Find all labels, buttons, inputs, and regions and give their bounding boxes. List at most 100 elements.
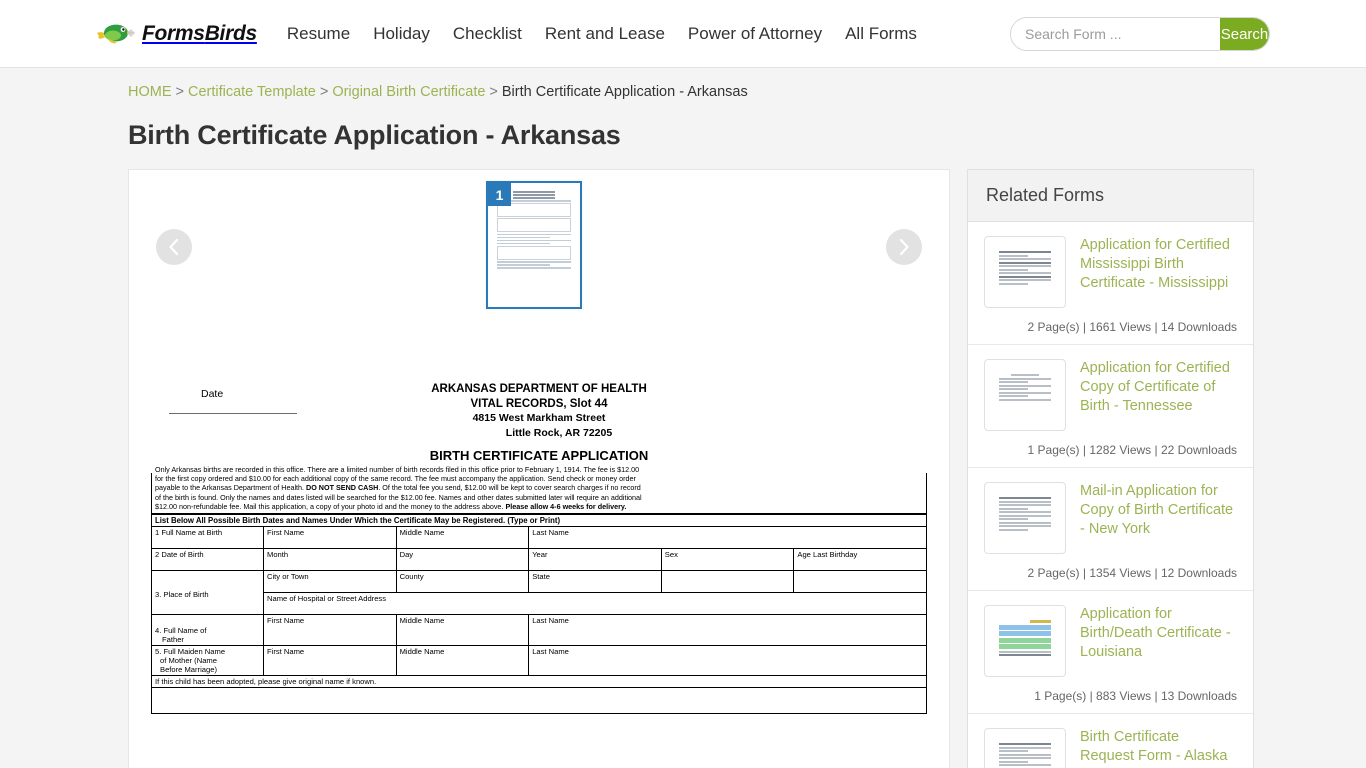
cell-year: Year: [528, 548, 662, 572]
cell-state: State: [528, 570, 662, 594]
cell-first-name: First Name: [263, 526, 397, 550]
mini-line: [999, 381, 1028, 383]
mini-line: [999, 757, 1051, 759]
mini-line: [999, 521, 1051, 524]
mini-line: [999, 275, 1051, 278]
search-input[interactable]: [1011, 18, 1220, 50]
mini-box: [497, 245, 571, 260]
mini-line: [999, 272, 1051, 274]
related-form-item[interactable]: Application for Certified Copy of Certif…: [968, 345, 1253, 468]
row-label-father: 4. Full Name of Father: [151, 614, 264, 647]
document-date-rule: [169, 413, 297, 414]
document-viewer: 1 Date ARKANSAS DEPARTMENT OF HEALTH VIT…: [128, 169, 950, 768]
document-address-line-2: Little Rock, AR 72205: [505, 426, 613, 439]
document-adopted-note: If this child has been adopted, please g…: [151, 676, 927, 689]
related-form-item[interactable]: Birth Certificate Request Form - Alaska: [968, 714, 1253, 768]
chevron-right-icon: [899, 238, 909, 256]
related-form-thumbnail[interactable]: [984, 359, 1066, 431]
related-form-item[interactable]: Application for Birth/Death Certificate …: [968, 591, 1253, 714]
nav-item-resume[interactable]: Resume: [287, 24, 350, 44]
mini-line: [999, 251, 1051, 253]
mini-line: [512, 193, 556, 196]
mini-line: [497, 264, 551, 266]
related-form-meta: 1 Page(s) | 883 Views | 13 Downloads: [1034, 689, 1237, 703]
cell-county: County: [395, 570, 530, 594]
table-row: 4. Full Name of Father First Name Middle…: [151, 614, 927, 647]
related-form-thumbnail[interactable]: [984, 482, 1066, 554]
main-layout: 1 Date ARKANSAS DEPARTMENT OF HEALTH VIT…: [128, 169, 1254, 768]
mini-line: [999, 279, 1051, 281]
cell-blank-sex: [660, 570, 795, 594]
breadcrumb-item-home[interactable]: HOME: [128, 84, 172, 100]
chevron-left-icon: [169, 238, 179, 256]
search-form: Search: [1010, 17, 1270, 51]
document-date-label: Date: [201, 388, 224, 400]
related-form-title[interactable]: Application for Certified Mississippi Bi…: [1080, 236, 1237, 308]
mini-line: [999, 282, 1028, 285]
mini-line: [1030, 620, 1051, 623]
mini-line: [999, 500, 1051, 503]
logo-text: FormsBirds: [142, 21, 257, 45]
site-logo[interactable]: FormsBirds: [95, 14, 257, 54]
row-label-mother: 5. Full Maiden Name of Mother (Name Befo…: [151, 645, 264, 677]
related-form-title[interactable]: Birth Certificate Request Form - Alaska: [1080, 728, 1237, 768]
related-form-item[interactable]: Application for Certified Mississippi Bi…: [968, 222, 1253, 345]
mini-line: [999, 644, 1051, 649]
document-page: Date ARKANSAS DEPARTMENT OF HEALTH VITAL…: [129, 382, 949, 715]
mini-line: [999, 268, 1028, 271]
document-blank-row: [151, 688, 927, 715]
page-thumbnail-1[interactable]: 1: [486, 181, 582, 309]
breadcrumb-item-original-birth-certificate[interactable]: Original Birth Certificate: [332, 84, 485, 100]
mini-line: [512, 191, 556, 193]
nav-item-power-of-attorney[interactable]: Power of Attorney: [688, 24, 822, 44]
related-form-thumbnail[interactable]: [984, 236, 1066, 308]
mini-line: [999, 254, 1028, 257]
document-title: BIRTH CERTIFICATE APPLICATION: [429, 448, 649, 463]
fine-print-line-3: payable to the Arkansas Department of He…: [155, 483, 641, 493]
row-label-place-of-birth: 3. Place of Birth: [151, 570, 264, 616]
search-button[interactable]: Search: [1220, 18, 1269, 50]
mini-line: [999, 764, 1051, 766]
thumbnail-preview: [996, 248, 1054, 296]
previous-page-button[interactable]: [156, 229, 192, 265]
thumbnail-strip: 1: [129, 170, 949, 320]
related-form-thumbnail[interactable]: [984, 605, 1066, 677]
cell-last-name: Last Name: [528, 526, 927, 550]
thumbnail-preview: [996, 740, 1054, 768]
related-form-title[interactable]: Mail-in Application for Copy of Birth Ce…: [1080, 482, 1237, 554]
cell-month: Month: [263, 548, 397, 572]
mini-line: [497, 267, 571, 269]
cell-mother-middle-name: Middle Name: [395, 645, 530, 677]
related-form-thumbnail[interactable]: [984, 728, 1066, 768]
cell-hospital: Name of Hospital or Street Address: [263, 592, 927, 616]
cell-age-last-birthday: Age Last Birthday: [793, 548, 927, 572]
breadcrumb: HOME > Certificate Template > Original Birth…: [0, 68, 1366, 100]
cell-father-first-name: First Name: [263, 614, 397, 647]
fine-print-line-2: for the first copy ordered and $10.00 fo…: [155, 474, 636, 483]
cell-mother-last-name: Last Name: [528, 645, 927, 677]
cell-father-last-name: Last Name: [528, 614, 927, 647]
page-title: Birth Certificate Application - Arkansas: [128, 120, 621, 150]
table-row: 5. Full Maiden Name of Mother (Name Befo…: [151, 645, 927, 677]
next-page-button[interactable]: [886, 229, 922, 265]
document-fine-print: Only Arkansas births are recorded in thi…: [151, 464, 927, 515]
bird-icon: [97, 24, 135, 43]
breadcrumb-item-certificate-template[interactable]: Certificate Template: [188, 84, 316, 100]
main-navigation: Resume Holiday Checklist Rent and Lease …: [287, 24, 917, 44]
mini-box: [497, 218, 571, 233]
cell-city: City or Town: [263, 570, 397, 594]
nav-item-checklist[interactable]: Checklist: [453, 24, 522, 44]
mini-line: [999, 743, 1051, 745]
fine-print-line-1: Only Arkansas births are recorded in thi…: [155, 464, 923, 474]
document-list-header: List Below All Possible Birth Dates and …: [151, 514, 927, 527]
mini-line: [497, 233, 571, 236]
nav-item-all-forms[interactable]: All Forms: [845, 24, 917, 44]
breadcrumb-item-current: Birth Certificate Application - Arkansas: [501, 84, 748, 100]
nav-item-rent-and-lease[interactable]: Rent and Lease: [545, 24, 665, 44]
document-date-field: Date: [169, 388, 297, 414]
nav-item-holiday[interactable]: Holiday: [373, 24, 430, 44]
related-form-title[interactable]: Application for Birth/Death Certificate …: [1080, 605, 1237, 677]
related-form-item[interactable]: Mail-in Application for Copy of Birth Ce…: [968, 468, 1253, 591]
mini-line: [999, 265, 1051, 267]
related-form-title[interactable]: Application for Certified Copy of Certif…: [1080, 359, 1237, 431]
